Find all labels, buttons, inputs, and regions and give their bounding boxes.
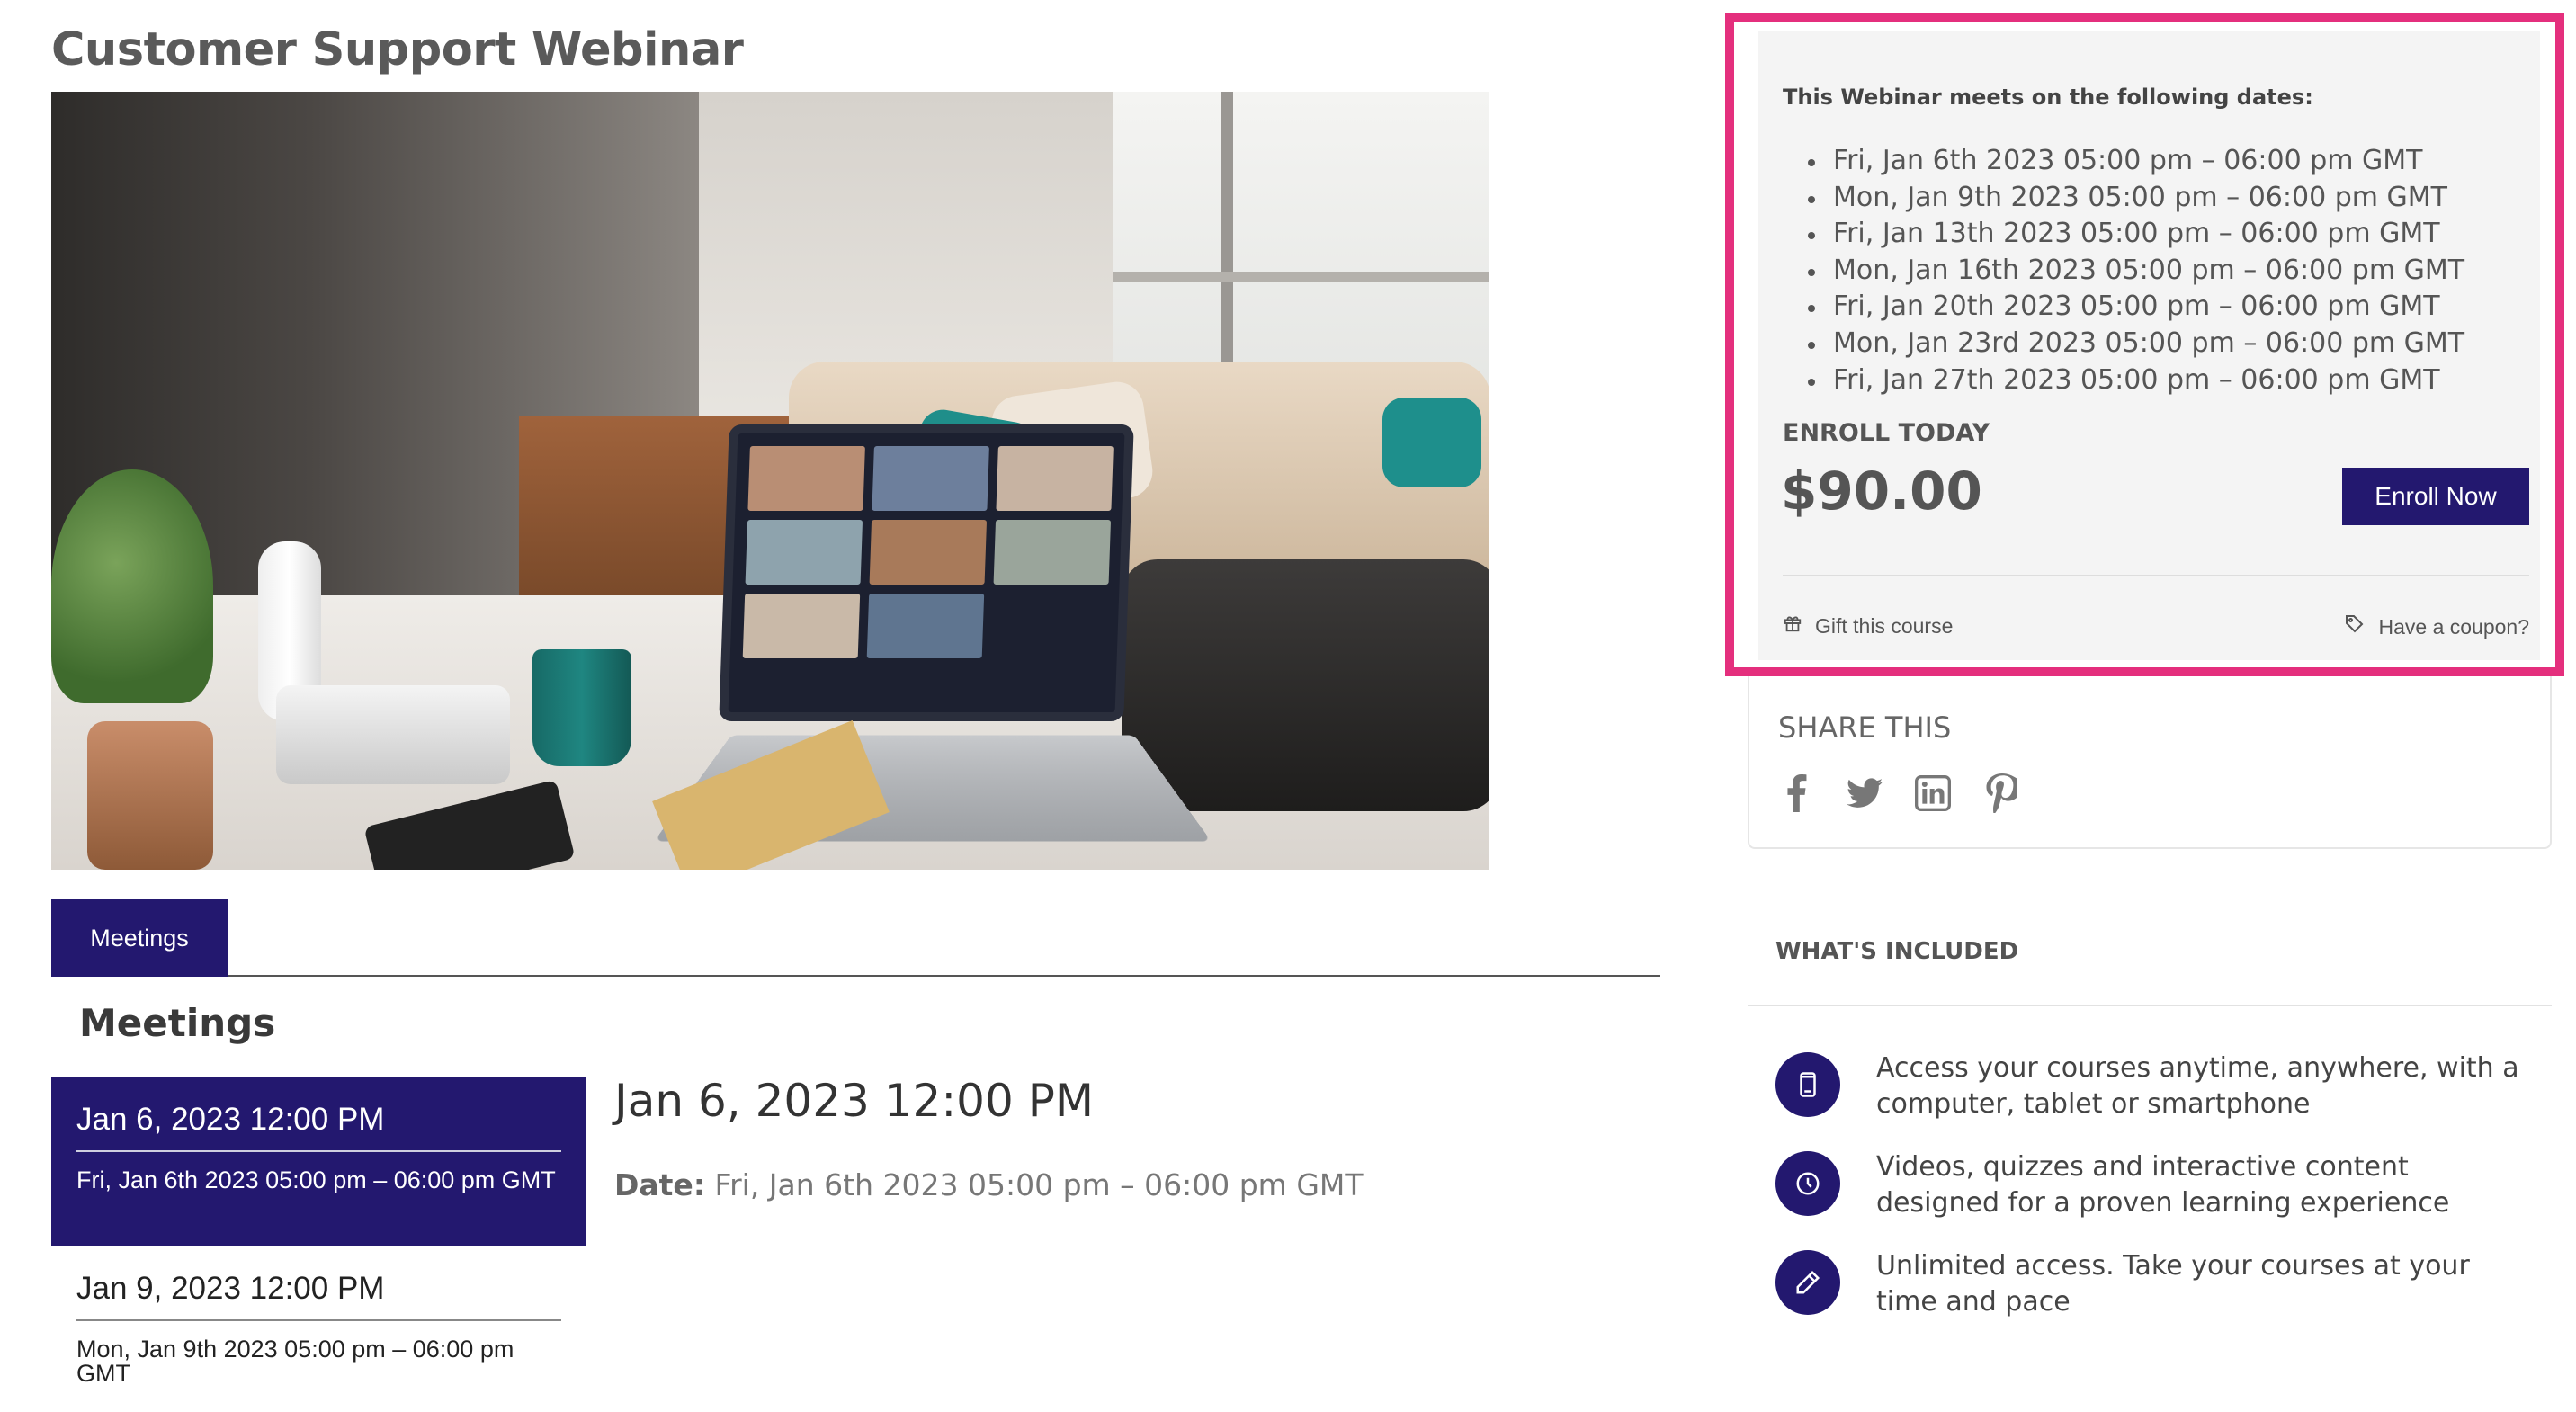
share-title: SHARE THIS — [1778, 710, 1952, 745]
pencil-icon — [1775, 1250, 1840, 1315]
gift-course-label: Gift this course — [1815, 613, 1954, 638]
included-item: Videos, quizzes and interactive content … — [1775, 1151, 2533, 1221]
date-item: Fri, Jan 27th 2023 05:00 pm – 06:00 pm G… — [1808, 362, 2464, 399]
divider — [1748, 1005, 2552, 1006]
mobile-icon — [1775, 1052, 1840, 1117]
page-title: Customer Support Webinar — [51, 23, 744, 76]
tab-meetings[interactable]: Meetings — [51, 899, 228, 977]
linkedin-icon[interactable] — [1915, 773, 1951, 813]
coupon-label: Have a coupon? — [2378, 614, 2529, 639]
meeting-list-item[interactable]: Jan 9, 2023 12:00 PM Mon, Jan 9th 2023 0… — [51, 1246, 586, 1412]
share-box: SHARE THIS — [1748, 676, 2552, 849]
webinar-hero-image — [51, 92, 1489, 870]
meeting-detail-title: Jan 6, 2023 12:00 PM — [614, 1075, 1094, 1127]
meeting-item-subtitle: Mon, Jan 9th 2023 05:00 pm – 06:00 pm GM… — [76, 1336, 514, 1387]
facebook-icon[interactable] — [1778, 773, 1814, 813]
divider — [1783, 575, 2529, 576]
share-icons — [1778, 773, 2019, 813]
enroll-today-label: ENROLL TODAY — [1783, 419, 1990, 447]
date-item: Fri, Jan 6th 2023 05:00 pm – 06:00 pm GM… — [1808, 143, 2464, 180]
meeting-detail-date-value: Fri, Jan 6th 2023 05:00 pm – 06:00 pm GM… — [714, 1167, 1364, 1202]
meeting-list-item[interactable]: Jan 6, 2023 12:00 PM Fri, Jan 6th 2023 0… — [51, 1077, 586, 1246]
included-item-text: Videos, quizzes and interactive content … — [1876, 1151, 2450, 1219]
included-item: Unlimited access. Take your courses at y… — [1775, 1250, 2533, 1320]
included-item: Access your courses anytime, anywhere, w… — [1775, 1052, 2533, 1122]
meetings-heading: Meetings — [79, 1001, 276, 1045]
meeting-detail-date: Date: Fri, Jan 6th 2023 05:00 pm – 06:00… — [614, 1167, 1364, 1202]
date-item: Mon, Jan 23rd 2023 05:00 pm – 06:00 pm G… — [1808, 326, 2464, 362]
enroll-now-button[interactable]: Enroll Now — [2342, 468, 2529, 525]
price: $90.00 — [1781, 460, 1982, 522]
date-item: Fri, Jan 20th 2023 05:00 pm – 06:00 pm G… — [1808, 289, 2464, 326]
meeting-item-subtitle: Fri, Jan 6th 2023 05:00 pm – 06:00 pm GM… — [76, 1166, 556, 1193]
included-item-text: Access your courses anytime, anywhere, w… — [1876, 1052, 2519, 1120]
gift-course-link[interactable]: Gift this course — [1783, 613, 1953, 639]
dates-list: Fri, Jan 6th 2023 05:00 pm – 06:00 pm GM… — [1808, 143, 2464, 398]
meets-label: This Webinar meets on the following date… — [1783, 85, 2313, 110]
enroll-panel: This Webinar meets on the following date… — [1758, 31, 2540, 660]
whats-included-title: WHAT'S INCLUDED — [1775, 938, 2019, 965]
date-item: Mon, Jan 16th 2023 05:00 pm – 06:00 pm G… — [1808, 253, 2464, 290]
enroll-highlight-box: This Webinar meets on the following date… — [1725, 13, 2564, 676]
pinterest-icon[interactable] — [1983, 773, 2019, 813]
gift-icon — [1783, 613, 1802, 639]
included-item-text: Unlimited access. Take your courses at y… — [1876, 1250, 2470, 1318]
coupon-link[interactable]: Have a coupon? — [2344, 613, 2529, 640]
meeting-detail-date-label: Date: — [614, 1167, 706, 1202]
tab-bar: Meetings — [51, 899, 1660, 977]
clock-icon — [1775, 1151, 1840, 1216]
tag-icon — [2344, 613, 2366, 640]
date-item: Mon, Jan 9th 2023 05:00 pm – 06:00 pm GM… — [1808, 180, 2464, 217]
meeting-item-title: Jan 6, 2023 12:00 PM — [76, 1102, 561, 1152]
date-item: Fri, Jan 13th 2023 05:00 pm – 06:00 pm G… — [1808, 216, 2464, 253]
meeting-item-title: Jan 9, 2023 12:00 PM — [76, 1271, 561, 1321]
twitter-icon[interactable] — [1847, 773, 1883, 813]
meeting-list: Jan 6, 2023 12:00 PM Fri, Jan 6th 2023 0… — [51, 1077, 586, 1412]
